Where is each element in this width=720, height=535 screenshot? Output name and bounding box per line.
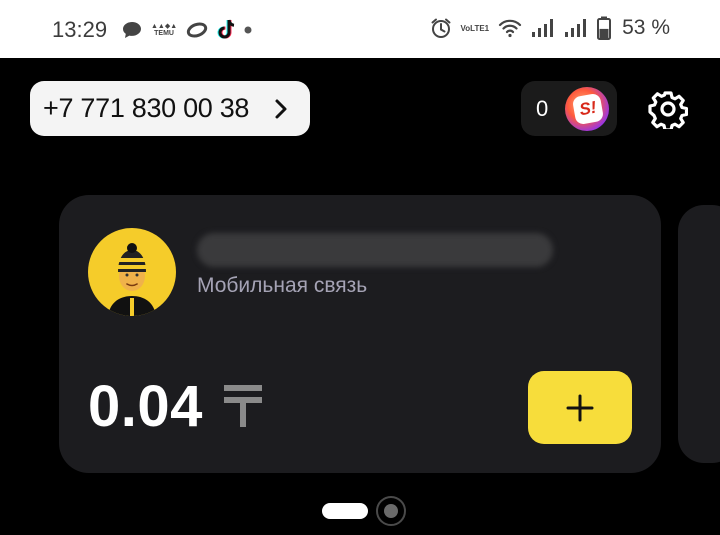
volte-icon: VoLTE1 [460,23,490,33]
account-card[interactable]: Мобильная связь 0.04 [59,195,661,473]
phone-number-selector[interactable]: +7 771 830 00 38 [30,81,310,136]
ring-app-icon [187,22,208,38]
system-icons: VoLTE1 53 % [430,16,670,40]
phone-number: +7 771 830 00 38 [43,93,250,123]
next-card-peek[interactable] [678,205,720,463]
tenge-currency-icon [223,385,262,427]
pager-dot-inactive[interactable] [376,496,406,526]
status-bar: 13:29 ▲▲◆▲ TEMU VoLTE1 53 % [0,0,720,58]
mascot-avatar-icon [108,243,156,316]
account-type: Мобильная связь [197,274,368,297]
signal-sim1-icon [532,19,554,37]
balance: 0.04 [88,373,263,440]
bonus-logo-icon: S! [565,87,609,131]
card-pager [322,496,406,526]
temu-icon: ▲▲◆▲ TEMU [151,23,178,37]
chat-bubble-icon [123,22,141,38]
battery-percent: 53 % [622,16,670,39]
bonus-count: 0 [536,96,549,121]
settings-gear-icon[interactable] [648,89,688,129]
tiktok-icon [217,19,235,39]
plus-icon [566,394,594,421]
signal-sim2-icon [565,19,587,37]
top-up-button[interactable] [528,371,632,444]
alarm-icon [431,18,451,38]
balance-amount: 0.04 [88,374,203,439]
battery-icon [597,16,612,40]
account-name-redacted [197,233,553,267]
status-time: 13:29 [52,17,108,42]
pager-dot-active[interactable] [322,503,368,519]
more-notifications-dot-icon [244,26,252,34]
bonus-points-button[interactable]: 0 S! [521,81,617,136]
avatar [88,228,176,316]
wifi-icon [499,19,522,38]
chevron-right-icon [275,99,287,119]
notification-icons: ▲▲◆▲ TEMU [122,19,252,41]
